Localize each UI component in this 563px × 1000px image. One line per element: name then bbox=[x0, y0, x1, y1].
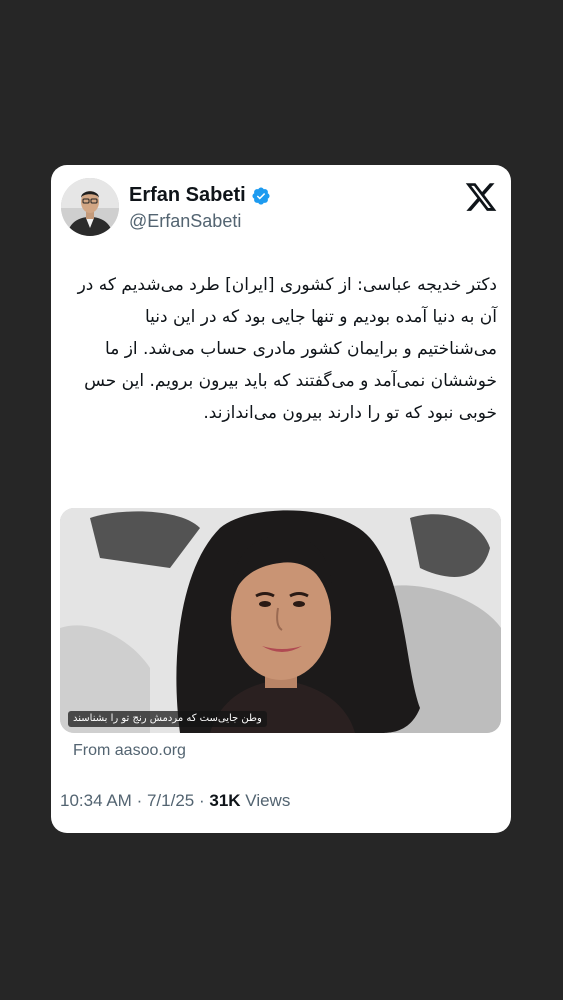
author-avatar[interactable] bbox=[61, 178, 119, 236]
avatar-image bbox=[61, 178, 119, 236]
author-name[interactable]: Erfan Sabeti bbox=[129, 184, 246, 207]
portrait-photo bbox=[60, 508, 501, 733]
meta-separator: · bbox=[198, 791, 205, 810]
author-handle[interactable]: @ErfanSabeti bbox=[129, 211, 241, 232]
tweet-card[interactable]: Erfan Sabeti @ErfanSabeti دکتر خدیجه عبا… bbox=[51, 165, 511, 833]
media-caption: وطن جایی‌ست که مردمش رنج تو را بشناسند bbox=[68, 711, 267, 727]
tweet-text: دکتر خدیجه عباسی: از کشوری [ایران] طرد م… bbox=[77, 275, 497, 423]
tweet-media-image[interactable]: وطن جایی‌ست که مردمش رنج تو را بشناسند bbox=[60, 508, 501, 733]
tweet-date[interactable]: 7/1/25 bbox=[147, 791, 194, 810]
tweet-time[interactable]: 10:34 AM bbox=[60, 791, 132, 810]
tweet-meta: 10:34 AM · 7/1/25 · 31K Views bbox=[60, 791, 290, 811]
views-label: Views bbox=[245, 791, 291, 810]
x-logo-icon[interactable] bbox=[464, 180, 498, 214]
author-name-row: Erfan Sabeti bbox=[129, 184, 271, 207]
views-count: 31K bbox=[209, 791, 241, 810]
link-source[interactable]: From aasoo.org bbox=[73, 742, 186, 760]
verified-badge-icon bbox=[252, 186, 270, 205]
meta-separator: · bbox=[136, 791, 143, 810]
